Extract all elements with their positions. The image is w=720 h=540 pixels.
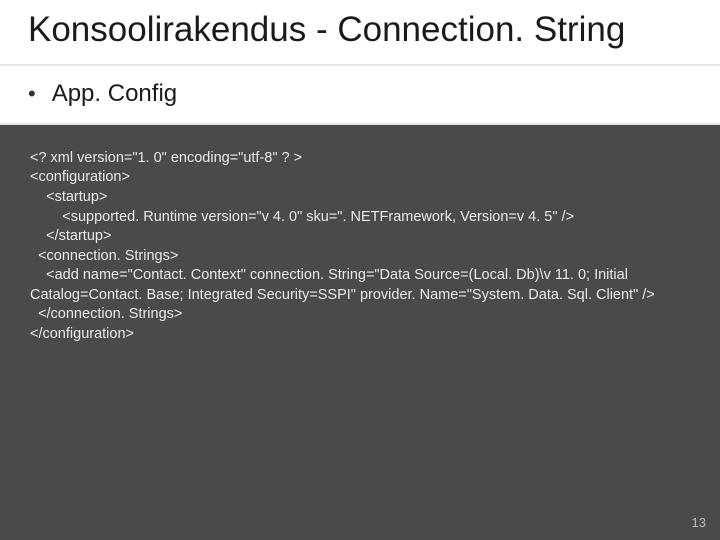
slide-title: Konsoolirakendus - Connection. String	[0, 0, 720, 66]
bullet-text: App. Config	[52, 80, 177, 108]
bullet-item: • App. Config	[0, 66, 720, 125]
slide: Konsoolirakendus - Connection. String • …	[0, 0, 720, 540]
code-block: <? xml version="1. 0" encoding="utf-8" ?…	[0, 125, 720, 345]
bullet-dot-icon: •	[28, 80, 36, 109]
slide-number: 13	[692, 515, 706, 530]
